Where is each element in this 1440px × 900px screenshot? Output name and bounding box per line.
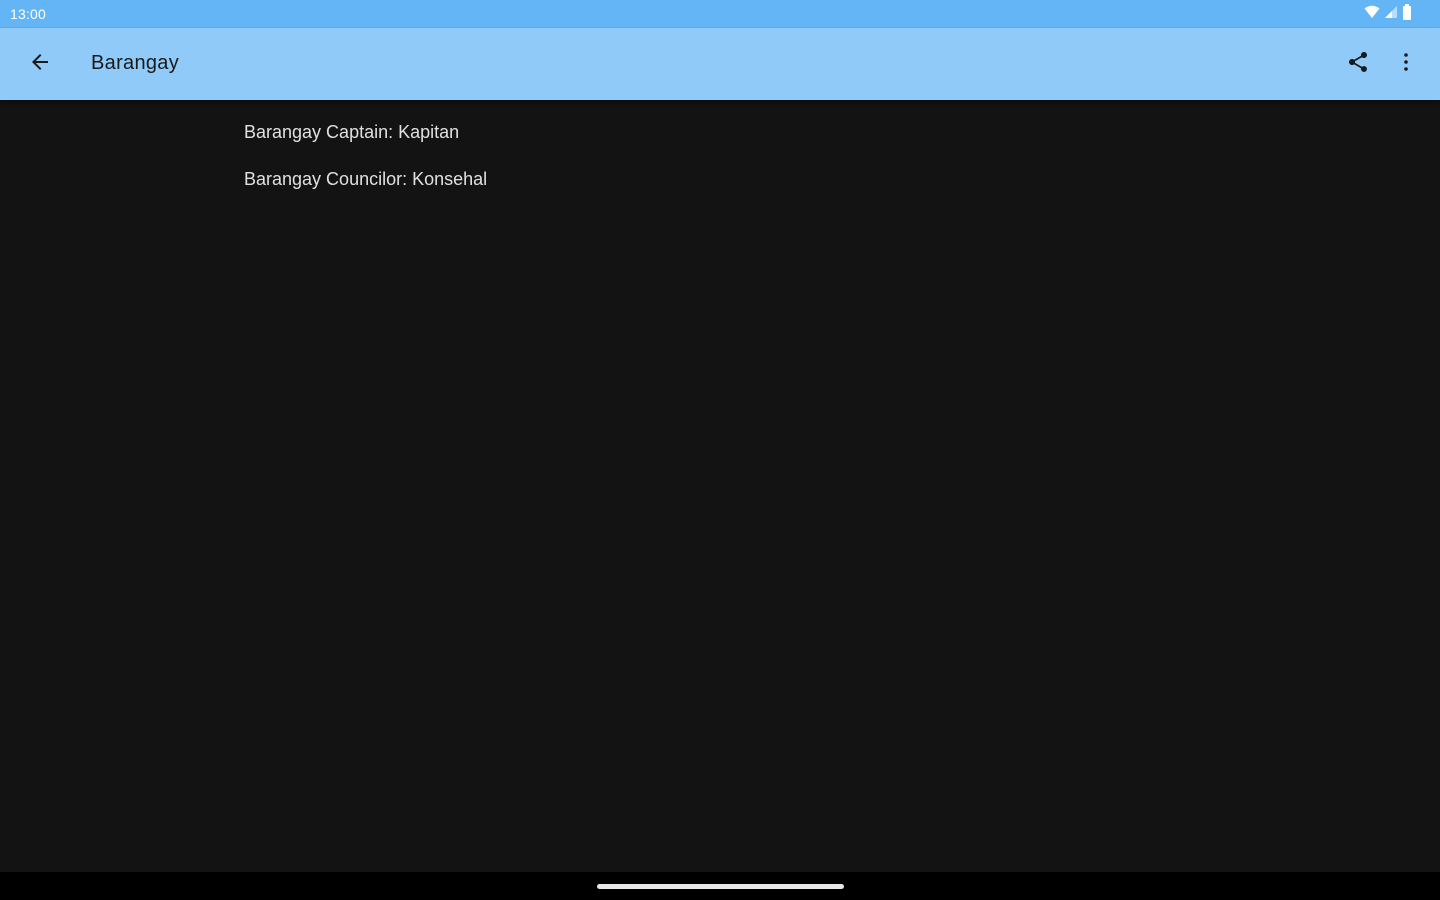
status-time: 13:00 [10, 6, 47, 22]
page-title: Barangay [91, 52, 180, 74]
arrow-back-icon [28, 50, 52, 79]
content-list: Barangay Captain: Kapitan Barangay Counc… [244, 120, 644, 214]
home-handle[interactable] [597, 884, 844, 889]
more-options-button[interactable] [1382, 40, 1430, 88]
content-item-councilor: Barangay Councilor: Konsehal [244, 169, 488, 189]
more-vert-icon [1394, 50, 1418, 79]
status-icons [1364, 3, 1412, 25]
signal-icon [1384, 5, 1398, 24]
navigation-bar [0, 872, 1440, 900]
share-icon [1346, 50, 1370, 79]
back-button[interactable] [16, 40, 64, 88]
battery-icon [1402, 3, 1412, 25]
wifi-icon [1364, 5, 1380, 24]
app-bar: Barangay [0, 28, 1440, 100]
share-button[interactable] [1334, 40, 1382, 88]
content-item-captain: Barangay Captain: Kapitan [244, 122, 460, 142]
status-bar: 13:00 [0, 0, 1440, 28]
